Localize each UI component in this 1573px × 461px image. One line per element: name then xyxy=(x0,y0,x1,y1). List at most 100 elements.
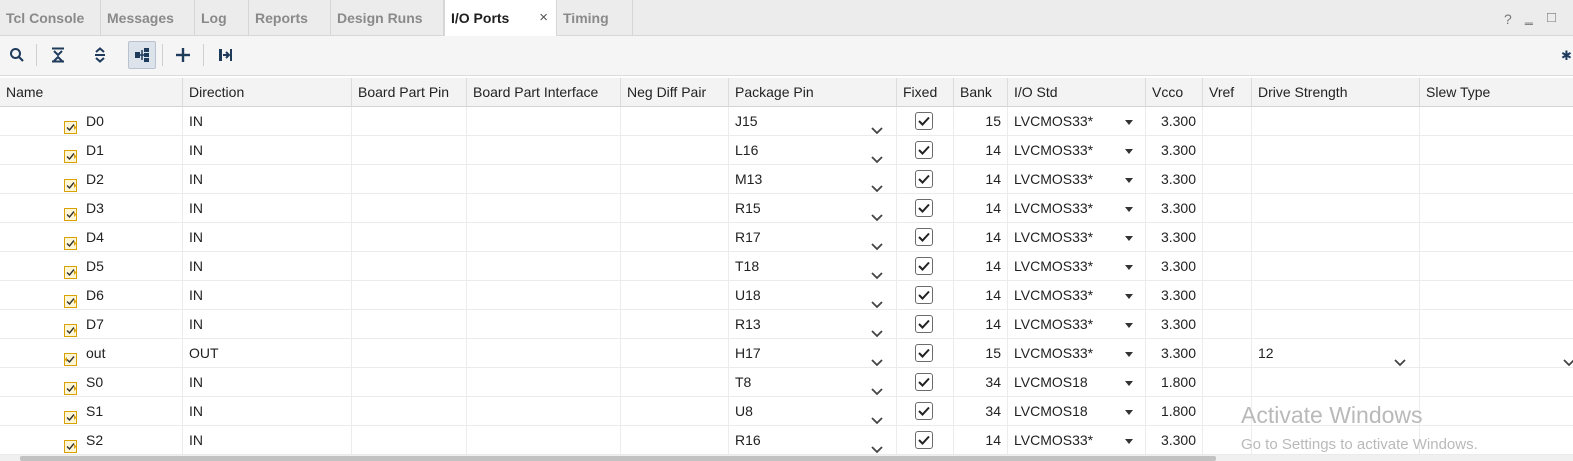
io-std-dropdown[interactable]: LVCMOS33* xyxy=(1008,165,1146,194)
expand-all-icon[interactable] xyxy=(86,41,114,69)
table-row[interactable]: D6 IN U18 14 LVCMOS33* 3.300 xyxy=(0,281,1573,310)
fixed-checkbox[interactable] xyxy=(915,344,933,362)
slew-type-cell[interactable] xyxy=(1420,136,1573,165)
package-pin-dropdown[interactable]: M13 xyxy=(729,165,897,194)
table-row[interactable]: D3 IN R15 14 LVCMOS33* 3.300 xyxy=(0,194,1573,223)
chevron-down-icon[interactable] xyxy=(1563,348,1573,368)
search-icon[interactable] xyxy=(3,41,31,69)
package-pin-dropdown[interactable]: H17 xyxy=(729,339,897,368)
column-header-neg-diff-pair[interactable]: Neg Diff Pair xyxy=(621,78,729,107)
table-row[interactable]: out OUT H17 15 LVCMOS33* 3.300 12 xyxy=(0,339,1573,368)
maximize-icon[interactable]: □ xyxy=(1547,9,1556,26)
fixed-checkbox[interactable] xyxy=(915,257,933,275)
slew-type-cell[interactable] xyxy=(1420,397,1573,426)
package-pin-dropdown[interactable]: R13 xyxy=(729,310,897,339)
horizontal-scrollbar[interactable] xyxy=(0,455,1573,461)
column-header-vref[interactable]: Vref xyxy=(1203,78,1252,107)
dropdown-arrow-icon[interactable] xyxy=(1125,236,1133,241)
chevron-down-icon[interactable] xyxy=(871,290,883,310)
package-pin-dropdown[interactable]: U18 xyxy=(729,281,897,310)
tab-tcl-console[interactable]: Tcl Console xyxy=(0,0,101,36)
dropdown-arrow-icon[interactable] xyxy=(1125,178,1133,183)
dropdown-arrow-icon[interactable] xyxy=(1125,381,1133,386)
chevron-down-icon[interactable] xyxy=(871,174,883,194)
chevron-down-icon[interactable] xyxy=(1394,348,1406,368)
io-std-dropdown[interactable]: LVCMOS18 xyxy=(1008,368,1146,397)
slew-type-cell[interactable] xyxy=(1420,368,1573,397)
scrollbar-thumb[interactable] xyxy=(20,456,1216,461)
drive-strength-cell[interactable] xyxy=(1252,368,1420,397)
io-std-dropdown[interactable]: LVCMOS33* xyxy=(1008,223,1146,252)
io-std-dropdown[interactable]: LVCMOS33* xyxy=(1008,136,1146,165)
column-header-io-std[interactable]: I/O Std xyxy=(1008,78,1146,107)
column-header-vcco[interactable]: Vcco xyxy=(1146,78,1203,107)
table-row[interactable]: S0 IN T8 34 LVCMOS18 1.800 xyxy=(0,368,1573,397)
fixed-checkbox[interactable] xyxy=(915,170,933,188)
drive-strength-cell[interactable] xyxy=(1252,281,1420,310)
fixed-checkbox[interactable] xyxy=(915,373,933,391)
chevron-down-icon[interactable] xyxy=(871,377,883,397)
slew-type-cell[interactable] xyxy=(1420,194,1573,223)
package-pin-dropdown[interactable]: T18 xyxy=(729,252,897,281)
fixed-checkbox[interactable] xyxy=(915,141,933,159)
dropdown-arrow-icon[interactable] xyxy=(1125,294,1133,299)
table-row[interactable]: D1 IN L16 14 LVCMOS33* 3.300 xyxy=(0,136,1573,165)
tab-io-ports[interactable]: I/O Ports × xyxy=(444,0,557,37)
drive-strength-cell[interactable] xyxy=(1252,310,1420,339)
fixed-checkbox[interactable] xyxy=(915,228,933,246)
chevron-down-icon[interactable] xyxy=(871,145,883,165)
drive-strength-cell[interactable] xyxy=(1252,165,1420,194)
dropdown-arrow-icon[interactable] xyxy=(1125,352,1133,357)
table-row[interactable]: D2 IN M13 14 LVCMOS33* 3.300 xyxy=(0,165,1573,194)
tab-log[interactable]: Log xyxy=(195,0,249,36)
slew-type-cell[interactable] xyxy=(1420,339,1573,368)
io-std-dropdown[interactable]: LVCMOS33* xyxy=(1008,281,1146,310)
io-std-dropdown[interactable]: LVCMOS33* xyxy=(1008,107,1146,136)
chevron-down-icon[interactable] xyxy=(871,406,883,426)
package-pin-dropdown[interactable]: R16 xyxy=(729,426,897,455)
fixed-checkbox[interactable] xyxy=(915,315,933,333)
drive-strength-cell[interactable] xyxy=(1252,252,1420,281)
tab-messages[interactable]: Messages xyxy=(101,0,195,36)
fixed-checkbox[interactable] xyxy=(915,286,933,304)
slew-type-cell[interactable] xyxy=(1420,310,1573,339)
io-std-dropdown[interactable]: LVCMOS33* xyxy=(1008,252,1146,281)
slew-type-cell[interactable] xyxy=(1420,107,1573,136)
column-header-drive-strength[interactable]: Drive Strength xyxy=(1252,78,1420,107)
io-std-dropdown[interactable]: LVCMOS33* xyxy=(1008,310,1146,339)
fixed-checkbox[interactable] xyxy=(915,431,933,449)
io-std-dropdown[interactable]: LVCMOS33* xyxy=(1008,339,1146,368)
package-pin-dropdown[interactable]: T8 xyxy=(729,368,897,397)
minimize-icon[interactable]: ‗ xyxy=(1525,9,1533,25)
column-header-fixed[interactable]: Fixed xyxy=(897,78,954,107)
package-pin-dropdown[interactable]: U8 xyxy=(729,397,897,426)
dropdown-arrow-icon[interactable] xyxy=(1125,323,1133,328)
chevron-down-icon[interactable] xyxy=(871,232,883,252)
column-header-board-part-pin[interactable]: Board Part Pin xyxy=(352,78,467,107)
column-header-board-part-interface[interactable]: Board Part Interface xyxy=(467,78,621,107)
tab-timing[interactable]: Timing xyxy=(557,0,633,36)
close-icon[interactable]: × xyxy=(539,0,548,36)
package-pin-dropdown[interactable]: R15 xyxy=(729,194,897,223)
fixed-checkbox[interactable] xyxy=(915,199,933,217)
drive-strength-cell[interactable] xyxy=(1252,107,1420,136)
chevron-down-icon[interactable] xyxy=(871,116,883,136)
table-row[interactable]: D7 IN R13 14 LVCMOS33* 3.300 xyxy=(0,310,1573,339)
add-icon[interactable] xyxy=(169,41,197,69)
slew-type-cell[interactable] xyxy=(1420,252,1573,281)
slew-type-cell[interactable] xyxy=(1420,281,1573,310)
table-row[interactable]: D0 IN J15 15 LVCMOS33* 3.300 xyxy=(0,107,1573,136)
dropdown-arrow-icon[interactable] xyxy=(1125,120,1133,125)
io-std-dropdown[interactable]: LVCMOS18 xyxy=(1008,397,1146,426)
dropdown-arrow-icon[interactable] xyxy=(1125,265,1133,270)
collapse-all-icon[interactable] xyxy=(44,41,72,69)
export-icon[interactable] xyxy=(211,41,239,69)
dropdown-arrow-icon[interactable] xyxy=(1125,410,1133,415)
chevron-down-icon[interactable] xyxy=(871,261,883,281)
slew-type-cell[interactable] xyxy=(1420,223,1573,252)
package-pin-dropdown[interactable]: J15 xyxy=(729,107,897,136)
table-row[interactable]: D4 IN R17 14 LVCMOS33* 3.300 xyxy=(0,223,1573,252)
dropdown-arrow-icon[interactable] xyxy=(1125,439,1133,444)
tab-reports[interactable]: Reports xyxy=(249,0,331,36)
column-header-name[interactable]: Name xyxy=(0,78,183,107)
